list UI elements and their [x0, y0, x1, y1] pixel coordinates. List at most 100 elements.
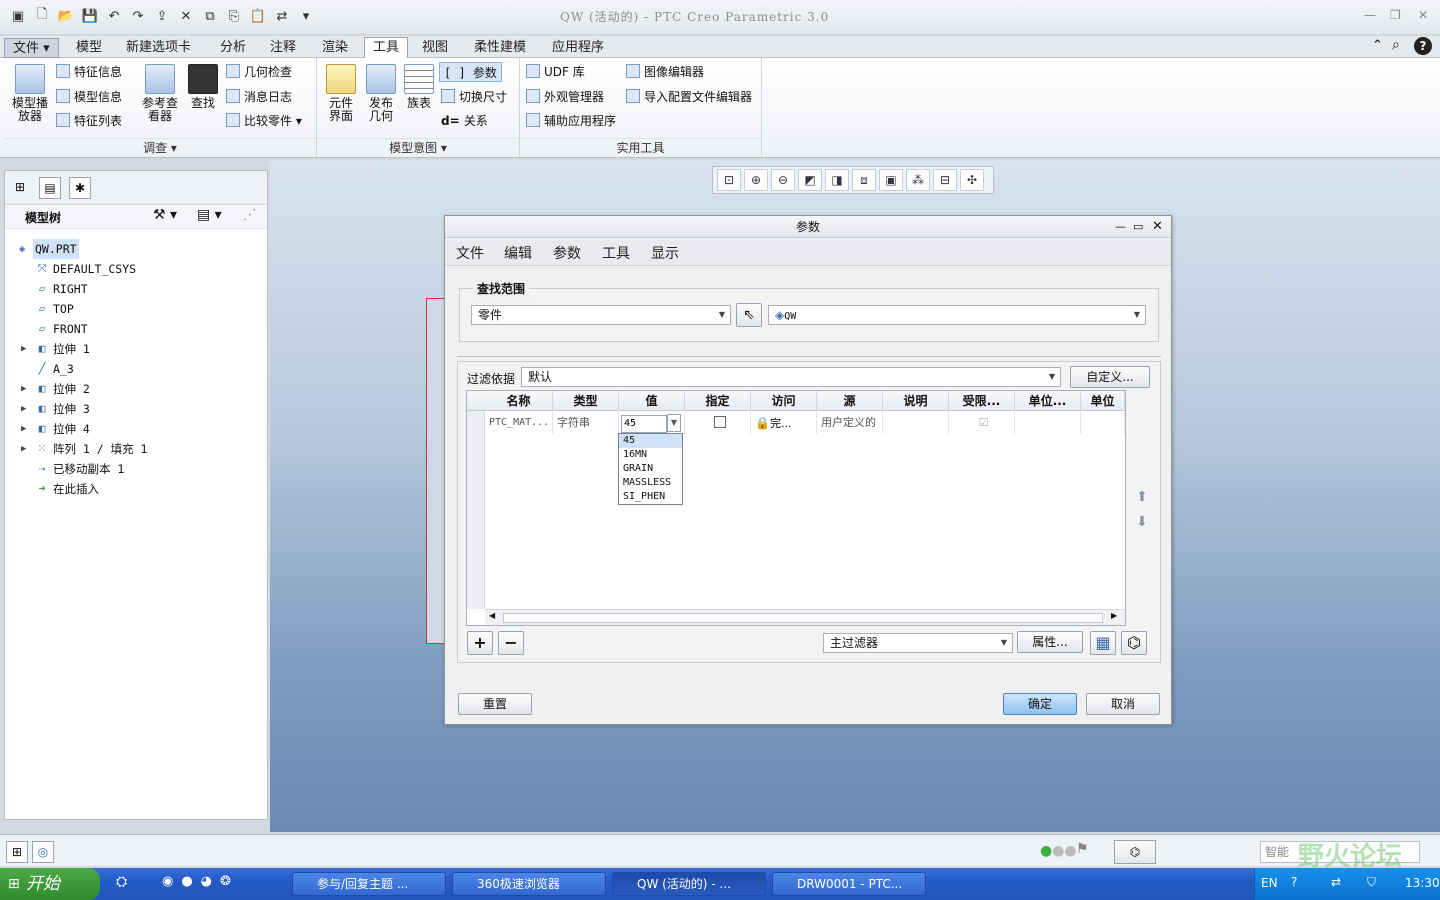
tab-file[interactable]: 文件 ▾: [4, 38, 59, 58]
scrollbar-thumb[interactable]: [503, 613, 1103, 623]
tree-item[interactable]: ▶ ⁙ 阵列 1 / 填充 1: [5, 439, 267, 459]
quick-launch-browsers-icon[interactable]: ◉●◕❂: [162, 874, 239, 889]
app-icon[interactable]: ▣: [8, 6, 28, 26]
value-input[interactable]: 45: [621, 415, 667, 433]
customize-qat-icon[interactable]: ▾: [296, 6, 316, 26]
reference-viewer-button[interactable]: 参考查 看器: [138, 64, 182, 123]
tab-analysis[interactable]: 分析: [212, 38, 254, 58]
parameters-button[interactable]: [ ] 参数: [439, 62, 502, 82]
table-view-icon[interactable]: ▦: [1090, 631, 1116, 655]
dropdown-option[interactable]: 45: [619, 434, 682, 448]
toggle-browser-icon[interactable]: ◎: [32, 841, 54, 863]
taskbar-item-forum[interactable]: 参与/回复主题 ...: [292, 872, 446, 896]
tree-item[interactable]: ▶ ◧ 拉伸 3: [5, 399, 267, 419]
cell-unit-quantity[interactable]: [1015, 412, 1081, 434]
tree-filter-icon[interactable]: ⋰: [243, 207, 257, 223]
tree-item[interactable]: ⤧ DEFAULT_CSYS: [5, 259, 267, 279]
tree-item[interactable]: ╱ A_3: [5, 359, 267, 379]
new-file-icon[interactable]: 🗋: [32, 6, 52, 26]
close-window-icon[interactable]: ✕: [176, 6, 196, 26]
properties-button[interactable]: 属性...: [1017, 631, 1083, 653]
taskbar-item-creo-qw[interactable]: QW (活动的) - ...: [612, 872, 766, 896]
move-up-icon[interactable]: ⬆: [1129, 486, 1155, 510]
repaint-icon[interactable]: ◩: [798, 169, 822, 191]
dropdown-option[interactable]: MASSLESS: [619, 476, 682, 490]
tree-item[interactable]: ⇢ 已移动副本 1: [5, 459, 267, 479]
dropdown-option[interactable]: SI_PHEN: [619, 490, 682, 504]
column-header[interactable]: 访问: [751, 391, 817, 411]
appearance-manager-button[interactable]: 外观管理器: [526, 87, 604, 107]
zoom-in-icon[interactable]: ⊕: [744, 169, 768, 191]
binoculars-icon[interactable]: ⌬: [1121, 631, 1147, 655]
ribbon-group-caption[interactable]: 调查 ▾: [4, 138, 316, 156]
language-indicator[interactable]: EN: [1261, 876, 1278, 890]
tree-item[interactable]: ▱ FRONT: [5, 319, 267, 339]
tree-item[interactable]: ▱ TOP: [5, 299, 267, 319]
expand-icon[interactable]: ▶: [21, 419, 26, 439]
search-icon[interactable]: ⌕: [1392, 37, 1400, 53]
tab-model[interactable]: 模型: [68, 38, 110, 58]
column-header[interactable]: 受限...: [949, 391, 1015, 411]
compare-parts-button[interactable]: 比较零件 ▾: [226, 111, 302, 131]
undo-icon[interactable]: ↶: [104, 6, 124, 26]
scroll-left-icon[interactable]: ◀: [489, 611, 495, 620]
dropdown-option[interactable]: 16MN: [619, 448, 682, 462]
display-style-icon[interactable]: ◨: [825, 169, 849, 191]
expand-icon[interactable]: ▶: [21, 379, 26, 399]
column-header[interactable]: 类型: [553, 391, 619, 411]
reset-button[interactable]: 重置: [458, 693, 532, 715]
config-editor-button[interactable]: 导入配置文件编辑器: [626, 87, 752, 107]
tab-render[interactable]: 渲染: [314, 38, 356, 58]
find-binoculars-icon[interactable]: ⌬: [1114, 840, 1156, 864]
show-options-icon[interactable]: ▤ ▾: [197, 207, 222, 223]
annotation-display-icon[interactable]: ⊟: [933, 169, 957, 191]
menu-tools[interactable]: 工具: [602, 243, 630, 263]
component-interface-button[interactable]: 元件 界面: [321, 64, 361, 123]
tree-item[interactable]: ▶ ◧ 拉伸 4: [5, 419, 267, 439]
flag-icon[interactable]: ⚑: [1076, 841, 1089, 857]
redo-icon[interactable]: ↷: [128, 6, 148, 26]
dialog-minimize-icon[interactable]: —: [1115, 216, 1126, 238]
cell-description[interactable]: [883, 412, 949, 434]
udf-library-button[interactable]: UDF 库: [526, 62, 585, 82]
cell-unit[interactable]: [1081, 412, 1125, 434]
dialog-close-icon[interactable]: ✕: [1152, 216, 1163, 238]
tab-tools[interactable]: 工具: [364, 37, 409, 59]
save-icon[interactable]: 💾: [80, 6, 100, 26]
taskbar-item-creo-drw[interactable]: DRW0001 - PTC...: [772, 872, 926, 896]
column-header[interactable]: 单位: [1081, 391, 1125, 411]
tab-new-tab[interactable]: 新建选项卡: [118, 38, 199, 58]
column-header[interactable]: 单位...: [1015, 391, 1081, 411]
switch-dimensions-button[interactable]: 切换尺寸: [441, 87, 507, 107]
tree-item[interactable]: ◈ QW.PRT: [5, 239, 267, 259]
move-down-icon[interactable]: ⬇: [1129, 511, 1155, 535]
scope-object-select[interactable]: ◈QW ▼: [768, 305, 1146, 325]
dropdown-option[interactable]: GRAIN: [619, 462, 682, 476]
column-header[interactable]: 值: [619, 391, 685, 411]
model-player-button[interactable]: 模型播 放器: [8, 64, 52, 123]
tab-view[interactable]: 视图: [414, 38, 456, 58]
column-header[interactable]: 说明: [883, 391, 949, 411]
cell-value-editor[interactable]: 45 ▼: [619, 412, 685, 434]
menu-file[interactable]: 文件: [456, 243, 484, 263]
find-button[interactable]: 查找: [184, 64, 222, 110]
tab-annotate[interactable]: 注释: [262, 38, 304, 58]
main-filter-select[interactable]: 主过滤器 ▼: [823, 633, 1013, 653]
restore-icon[interactable]: ❐: [1390, 8, 1401, 22]
dialog-maximize-icon[interactable]: ▭: [1133, 216, 1143, 238]
geometry-check-button[interactable]: 几何检查: [226, 62, 292, 82]
tree-item[interactable]: ➜ 在此插入: [5, 479, 267, 499]
expand-icon[interactable]: ▶: [21, 399, 26, 419]
favorites-tab-icon[interactable]: ✱: [69, 177, 91, 199]
windows-icon[interactable]: ⧉: [200, 6, 220, 26]
family-table-button[interactable]: 族表: [401, 64, 437, 110]
network-icon[interactable]: ⇄: [1331, 875, 1341, 889]
publish-geometry-button[interactable]: 发布 几何: [361, 64, 401, 123]
zoom-out-icon[interactable]: ⊖: [771, 169, 795, 191]
regenerate-icon[interactable]: ⇪: [152, 6, 172, 26]
expand-icon[interactable]: ▶: [21, 339, 26, 359]
add-parameter-button[interactable]: +: [467, 631, 493, 655]
tab-flexible-modeling[interactable]: 柔性建模: [466, 38, 534, 58]
column-header[interactable]: 指定: [685, 391, 751, 411]
remove-parameter-button[interactable]: −: [498, 631, 524, 655]
